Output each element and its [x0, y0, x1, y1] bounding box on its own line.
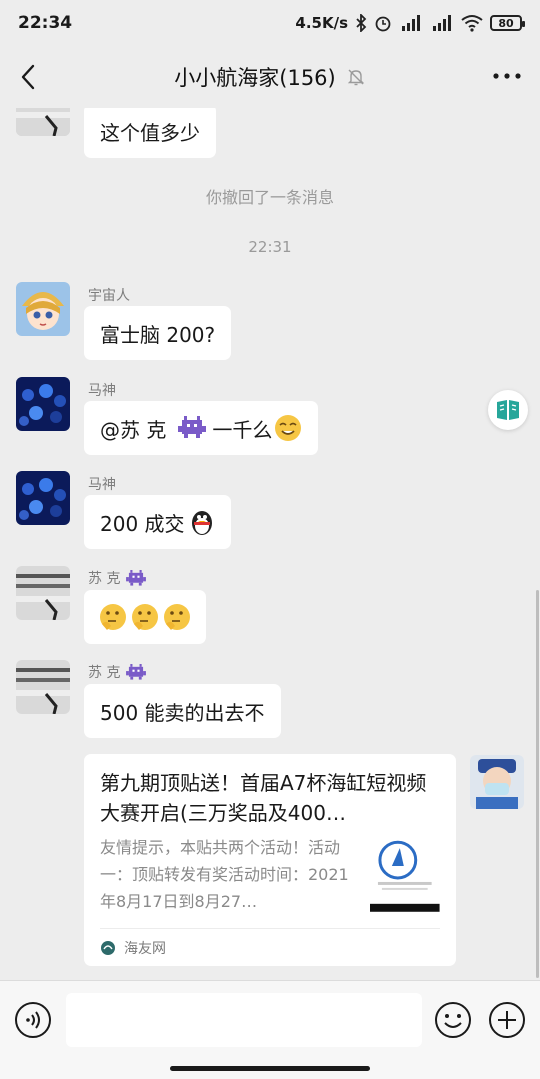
sender-name: 马神 [88, 477, 116, 493]
alien-emoji-icon [126, 663, 147, 680]
message-bubble[interactable]: 500 能卖的出去不 [84, 684, 281, 738]
message-text-mention: @苏 克 [100, 417, 167, 442]
recall-notice: 你撤回了一条消息 [205, 188, 334, 207]
book-icon [497, 400, 519, 420]
status-icons: 4.5K/s 80 [295, 14, 525, 32]
avatar-anime [16, 282, 70, 336]
thinking-emoji-icon [164, 604, 190, 630]
link-card-description: 友情提示，本贴共两个活动！活动一：顶贴转发有奖活动时间：2021年8月17日到8… [100, 838, 349, 911]
home-indicator[interactable] [170, 1066, 370, 1071]
thinking-emoji-icon [132, 604, 158, 630]
sender-label: 苏 克 [88, 665, 121, 681]
status-time: 22:34 [18, 13, 73, 33]
more-icon[interactable] [492, 66, 522, 86]
avatar-photo [16, 660, 70, 714]
message-text: 富士脑 200? [100, 322, 216, 347]
message-timestamp: 22:31 [248, 238, 292, 256]
link-card[interactable]: 第九期顶贴送！首届A7杯海缸短视频大赛开启(三万奖品及400… 友情提示，本贴共… [84, 754, 456, 966]
avatar-photo [16, 566, 70, 620]
link-card-thumbnail [370, 838, 440, 912]
sender-label: 苏 克 [88, 571, 121, 587]
message-bubble[interactable] [84, 590, 206, 644]
avatar[interactable] [16, 377, 70, 431]
scrollbar[interactable] [536, 590, 539, 978]
avatar-aquarium [16, 471, 70, 525]
smiley-icon[interactable] [434, 1001, 472, 1039]
chevron-left-icon[interactable] [14, 60, 44, 94]
sender-name: 马神 [88, 383, 116, 399]
message-bubble[interactable]: 这个值多少 [84, 108, 216, 158]
alien-emoji-icon [126, 569, 147, 586]
link-card-title: 第九期顶贴送！首届A7杯海缸短视频大赛开启(三万奖品及400… [100, 771, 427, 825]
avatar[interactable] [16, 566, 70, 620]
chat-title: 小小航海家(156) [174, 62, 365, 92]
wifi-icon [461, 15, 483, 32]
my-avatar[interactable] [470, 755, 524, 809]
alien-emoji-icon [178, 416, 207, 438]
chat-header: 小小航海家(156) [0, 46, 540, 108]
message-bubble[interactable]: @苏 克 一千么 [84, 401, 319, 455]
link-card-source: 海友网 [124, 940, 166, 957]
bluetooth-icon [356, 14, 367, 32]
bell-off-icon [347, 69, 364, 86]
battery-icon: 80 [490, 15, 525, 31]
message-text: 这个值多少 [100, 120, 200, 145]
sender-name: 宇宙人 [88, 288, 130, 304]
message-bubble[interactable]: 富士脑 200? [84, 306, 232, 360]
sender-name: 苏 克 [88, 568, 147, 588]
message-text: 200 成交 [100, 511, 185, 536]
wink-emoji-icon [275, 415, 302, 441]
message-text: 一千么 [212, 417, 273, 442]
message-text: 500 能卖的出去不 [100, 700, 265, 725]
network-speed: 4.5K/s [295, 14, 348, 32]
signal-icon-2 [433, 15, 451, 31]
group-name: 小小航海家(156) [174, 66, 336, 90]
avatar-child [470, 755, 524, 809]
avatar-aquarium [16, 377, 70, 431]
link-card-body: 友情提示，本贴共两个活动！活动一：顶贴转发有奖活动时间：2021年8月17日到8… [100, 834, 440, 915]
avatar[interactable] [16, 108, 70, 136]
float-book-button[interactable] [488, 390, 528, 430]
avatar[interactable] [16, 471, 70, 525]
sender-name: 苏 克 [88, 662, 147, 682]
avatar[interactable] [16, 282, 70, 336]
message-input[interactable] [66, 993, 422, 1047]
input-bar [0, 980, 540, 1079]
link-card-footer: 海友网 [100, 928, 440, 966]
penguin-emoji-icon [191, 511, 212, 535]
plus-icon[interactable] [488, 1001, 526, 1039]
alarm-icon [375, 16, 391, 32]
thinking-emoji-icon [100, 604, 126, 630]
voice-icon[interactable] [14, 1001, 52, 1039]
source-logo-icon [101, 940, 115, 955]
signal-icon-1 [402, 15, 420, 31]
message-bubble[interactable]: 200 成交 [84, 495, 231, 549]
avatar-photo [16, 108, 70, 136]
message-list[interactable]: 这个值多少 你撤回了一条消息 22:31 宇宙人 富士脑 200? 马神 @苏 … [0, 108, 540, 980]
avatar[interactable] [16, 660, 70, 714]
status-bar: 22:34 4.5K/s 80 [0, 0, 540, 46]
